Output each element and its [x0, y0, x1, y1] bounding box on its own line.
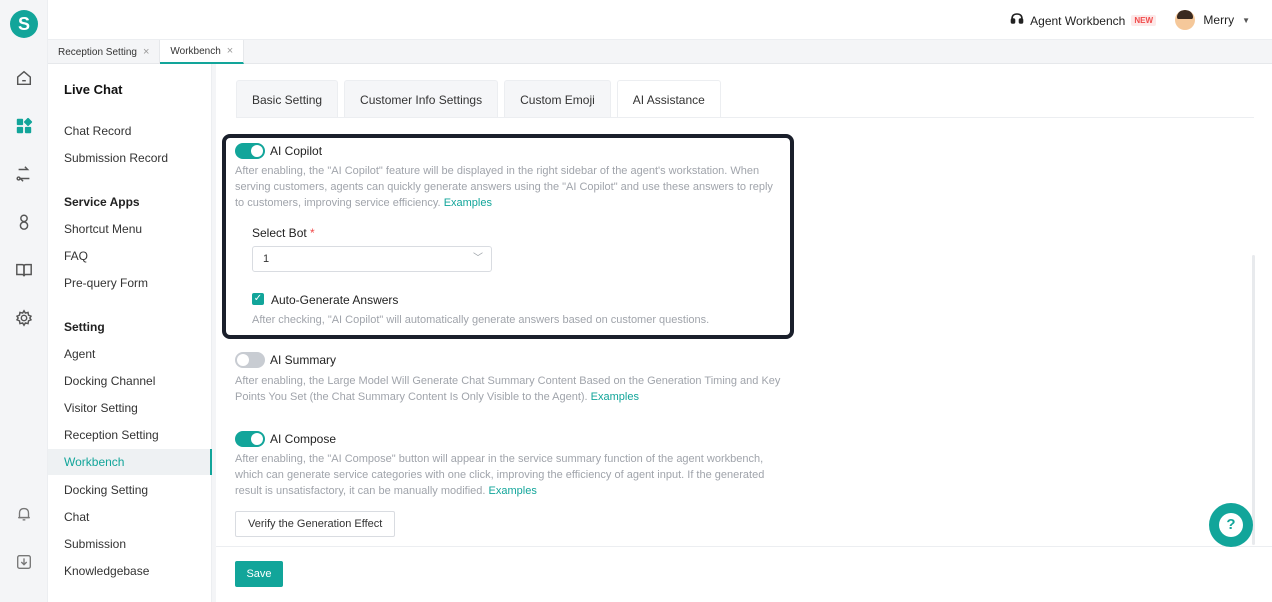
ai-summary-description: After enabling, the Large Model Will Gen… [235, 373, 795, 405]
question-icon: ? [1219, 513, 1243, 537]
headset-icon [1010, 12, 1024, 29]
download-icon[interactable] [14, 552, 34, 572]
sidebar-item-knowledgebase[interactable]: Knowledgebase [48, 558, 212, 584]
toggle-knob [251, 433, 263, 445]
ai-copilot-desc-text: After enabling, the "AI Copilot" feature… [235, 165, 773, 209]
sidebar-title: Live Chat [64, 82, 123, 97]
routing-icon[interactable] [14, 164, 34, 184]
sidebar-item-agent[interactable]: Agent [48, 341, 212, 367]
gear-icon[interactable] [14, 308, 34, 328]
agent-workbench-label: Agent Workbench [1030, 13, 1126, 28]
ai-copilot-description: After enabling, the "AI Copilot" feature… [235, 163, 783, 211]
agent-workbench-link[interactable]: Agent Workbench NEW [1010, 12, 1156, 29]
user-menu[interactable]: Merry ▼ [1175, 10, 1250, 30]
sidebar-item-submission-record[interactable]: Submission Record [48, 145, 212, 171]
sidebar-group-setting: Setting [64, 320, 105, 334]
settings-tabs: Basic Setting Customer Info Settings Cus… [236, 80, 721, 118]
sidebar-item-docking-channel[interactable]: Docking Channel [48, 368, 212, 394]
user-name: Merry [1203, 13, 1235, 27]
page-tab-label: Reception Setting [58, 46, 137, 58]
ai-copilot-examples-link[interactable]: Examples [444, 197, 492, 209]
apps-icon[interactable] [14, 116, 34, 136]
select-bot-dropdown[interactable]: 1 ﹀ [252, 246, 492, 272]
ai-summary-desc-text: After enabling, the Large Model Will Gen… [235, 375, 781, 403]
ai-compose-examples-link[interactable]: Examples [489, 485, 537, 497]
select-bot-value: 1 [263, 253, 270, 265]
sidebar-item-pre-query-form[interactable]: Pre-query Form [48, 270, 212, 296]
footer-bar [216, 546, 1272, 602]
page-tab-label: Workbench [170, 45, 221, 57]
ai-summary-toggle[interactable] [235, 352, 265, 368]
ai-copilot-title: AI Copilot [270, 144, 323, 158]
scrollbar[interactable] [1252, 255, 1255, 545]
tab-customer-info-settings[interactable]: Customer Info Settings [344, 80, 499, 118]
ai-compose-title: AI Compose [270, 432, 337, 446]
auto-generate-checkbox[interactable]: ✓ [252, 293, 264, 305]
user-group-icon[interactable] [14, 212, 34, 232]
close-icon[interactable]: × [227, 45, 233, 57]
chevron-down-icon: ﹀ [473, 253, 483, 264]
sidebar-item-shortcut-menu[interactable]: Shortcut Menu [48, 216, 212, 242]
chevron-down-icon: ▼ [1242, 15, 1250, 25]
page-tab-workbench[interactable]: Workbench × [160, 40, 245, 64]
help-button[interactable]: ? [1209, 503, 1253, 547]
sidebar-item-docking-setting[interactable]: Docking Setting [48, 477, 212, 503]
verify-generation-button[interactable]: Verify the Generation Effect [235, 511, 396, 537]
auto-generate-label: Auto-Generate Answers [271, 293, 399, 307]
sidebar-item-chat-record[interactable]: Chat Record [48, 118, 212, 144]
avatar [1175, 10, 1196, 30]
bell-icon[interactable] [14, 504, 34, 524]
sidebar-item-faq[interactable]: FAQ [48, 243, 212, 269]
sidebar-item-chat[interactable]: Chat [48, 504, 212, 530]
new-badge: NEW [1131, 15, 1156, 26]
toggle-knob [251, 145, 263, 157]
page-tabs-bar: Reception Setting × Workbench × [48, 40, 1272, 64]
top-bar: Agent Workbench NEW Merry ▼ [48, 0, 1272, 40]
sidebar-item-submission[interactable]: Submission [48, 531, 212, 557]
tabs-divider [236, 117, 1254, 118]
book-icon[interactable] [14, 260, 34, 280]
sidebar-item-reception-setting[interactable]: Reception Setting [48, 422, 212, 448]
auto-generate-description: After checking, "AI Copilot" will automa… [252, 314, 710, 326]
ai-summary-examples-link[interactable]: Examples [591, 391, 639, 403]
ai-copilot-toggle[interactable] [235, 143, 265, 159]
tab-basic-setting[interactable]: Basic Setting [236, 80, 339, 118]
toggle-knob [237, 354, 249, 366]
select-bot-label-text: Select Bot [252, 226, 307, 240]
sidebar-group-service-apps: Service Apps [64, 195, 140, 209]
sidebar: Live Chat Chat Record Submission Record … [48, 64, 212, 602]
app-logo[interactable]: S [10, 10, 38, 38]
left-rail: S [0, 0, 48, 602]
page-tab-reception-setting[interactable]: Reception Setting × [48, 40, 161, 64]
required-mark: * [310, 226, 315, 240]
select-bot-label: Select Bot * [252, 226, 315, 240]
close-icon[interactable]: × [143, 46, 149, 58]
tab-ai-assistance[interactable]: AI Assistance [616, 80, 721, 118]
sidebar-item-workbench[interactable]: Workbench [48, 449, 212, 475]
ai-compose-toggle[interactable] [235, 431, 265, 447]
ai-compose-description: After enabling, the "AI Compose" button … [235, 451, 783, 499]
sidebar-item-visitor-setting[interactable]: Visitor Setting [48, 395, 212, 421]
tab-custom-emoji[interactable]: Custom Emoji [504, 80, 611, 118]
home-icon[interactable] [14, 68, 34, 88]
ai-summary-title: AI Summary [270, 353, 337, 367]
save-button[interactable]: Save [235, 561, 283, 587]
